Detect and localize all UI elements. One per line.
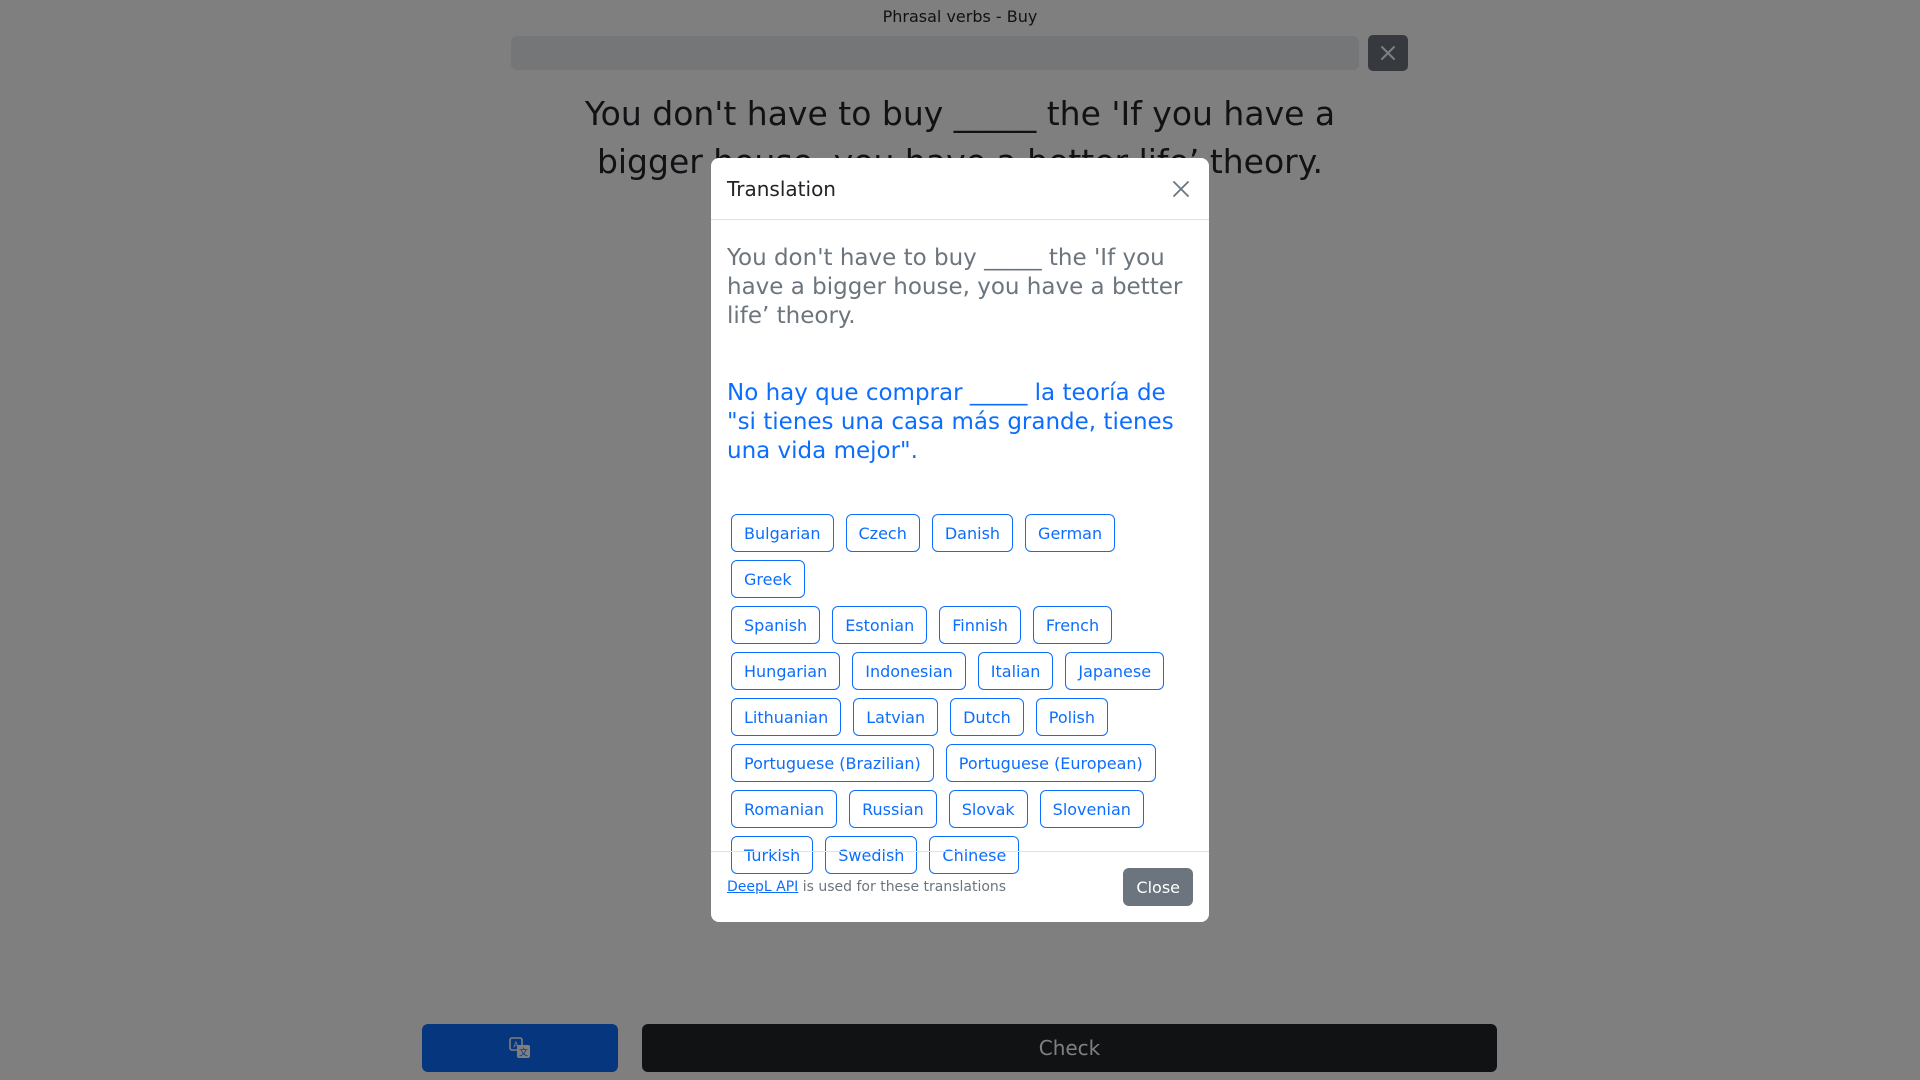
language-button[interactable]: Lithuanian [731,698,842,736]
language-button[interactable]: Slovenian [1039,790,1144,828]
translation-modal: Translation You don't have to buy _____ … [711,158,1209,922]
close-icon [1173,180,1189,197]
close-button[interactable]: Close [1123,868,1193,906]
language-buttons: Bulgarian Czech Danish German Greek Spanish Es… [731,514,1193,882]
language-button[interactable]: Slovak [948,790,1028,828]
language-button[interactable]: Portuguese (European) [945,744,1156,782]
language-button[interactable]: Portuguese (Brazilian) [731,744,934,782]
language-button[interactable]: Finnish [939,606,1021,644]
modal-header: Translation [711,158,1209,220]
language-button[interactable]: Latvian [853,698,939,736]
language-button[interactable]: Hungarian [731,652,841,690]
language-button[interactable]: Romanian [731,790,838,828]
language-button[interactable]: French [1032,606,1113,644]
language-button[interactable]: Danish [931,514,1014,552]
language-button[interactable]: Czech [845,514,920,552]
language-button[interactable]: Dutch [950,698,1024,736]
language-button[interactable]: Estonian [832,606,928,644]
language-button[interactable]: Indonesian [852,652,966,690]
deepl-api-link[interactable]: DeepL API [727,879,798,895]
modal-body: You don't have to buy _____ the 'If you … [711,220,1209,874]
language-button[interactable]: Bulgarian [731,514,834,552]
modal-title: Translation [727,176,836,201]
modal-close-x-button[interactable] [1169,177,1193,201]
language-button[interactable]: Italian [977,652,1054,690]
footer-note-text: is used for these translations [798,879,1007,895]
modal-footer: DeepL API is used for these translations… [711,851,1209,922]
language-button[interactable]: Greek [731,560,805,598]
language-button[interactable]: Spanish [731,606,821,644]
footer-note: DeepL API is used for these translations [727,879,1006,895]
language-button[interactable]: German [1025,514,1116,552]
translated-sentence: No hay que comprar _____ la teoría de "s… [727,380,1174,464]
language-button[interactable]: Japanese [1065,652,1165,690]
language-button[interactable]: Polish [1035,698,1109,736]
language-button[interactable]: Russian [849,790,937,828]
source-sentence: You don't have to buy _____ the 'If you … [727,245,1183,329]
